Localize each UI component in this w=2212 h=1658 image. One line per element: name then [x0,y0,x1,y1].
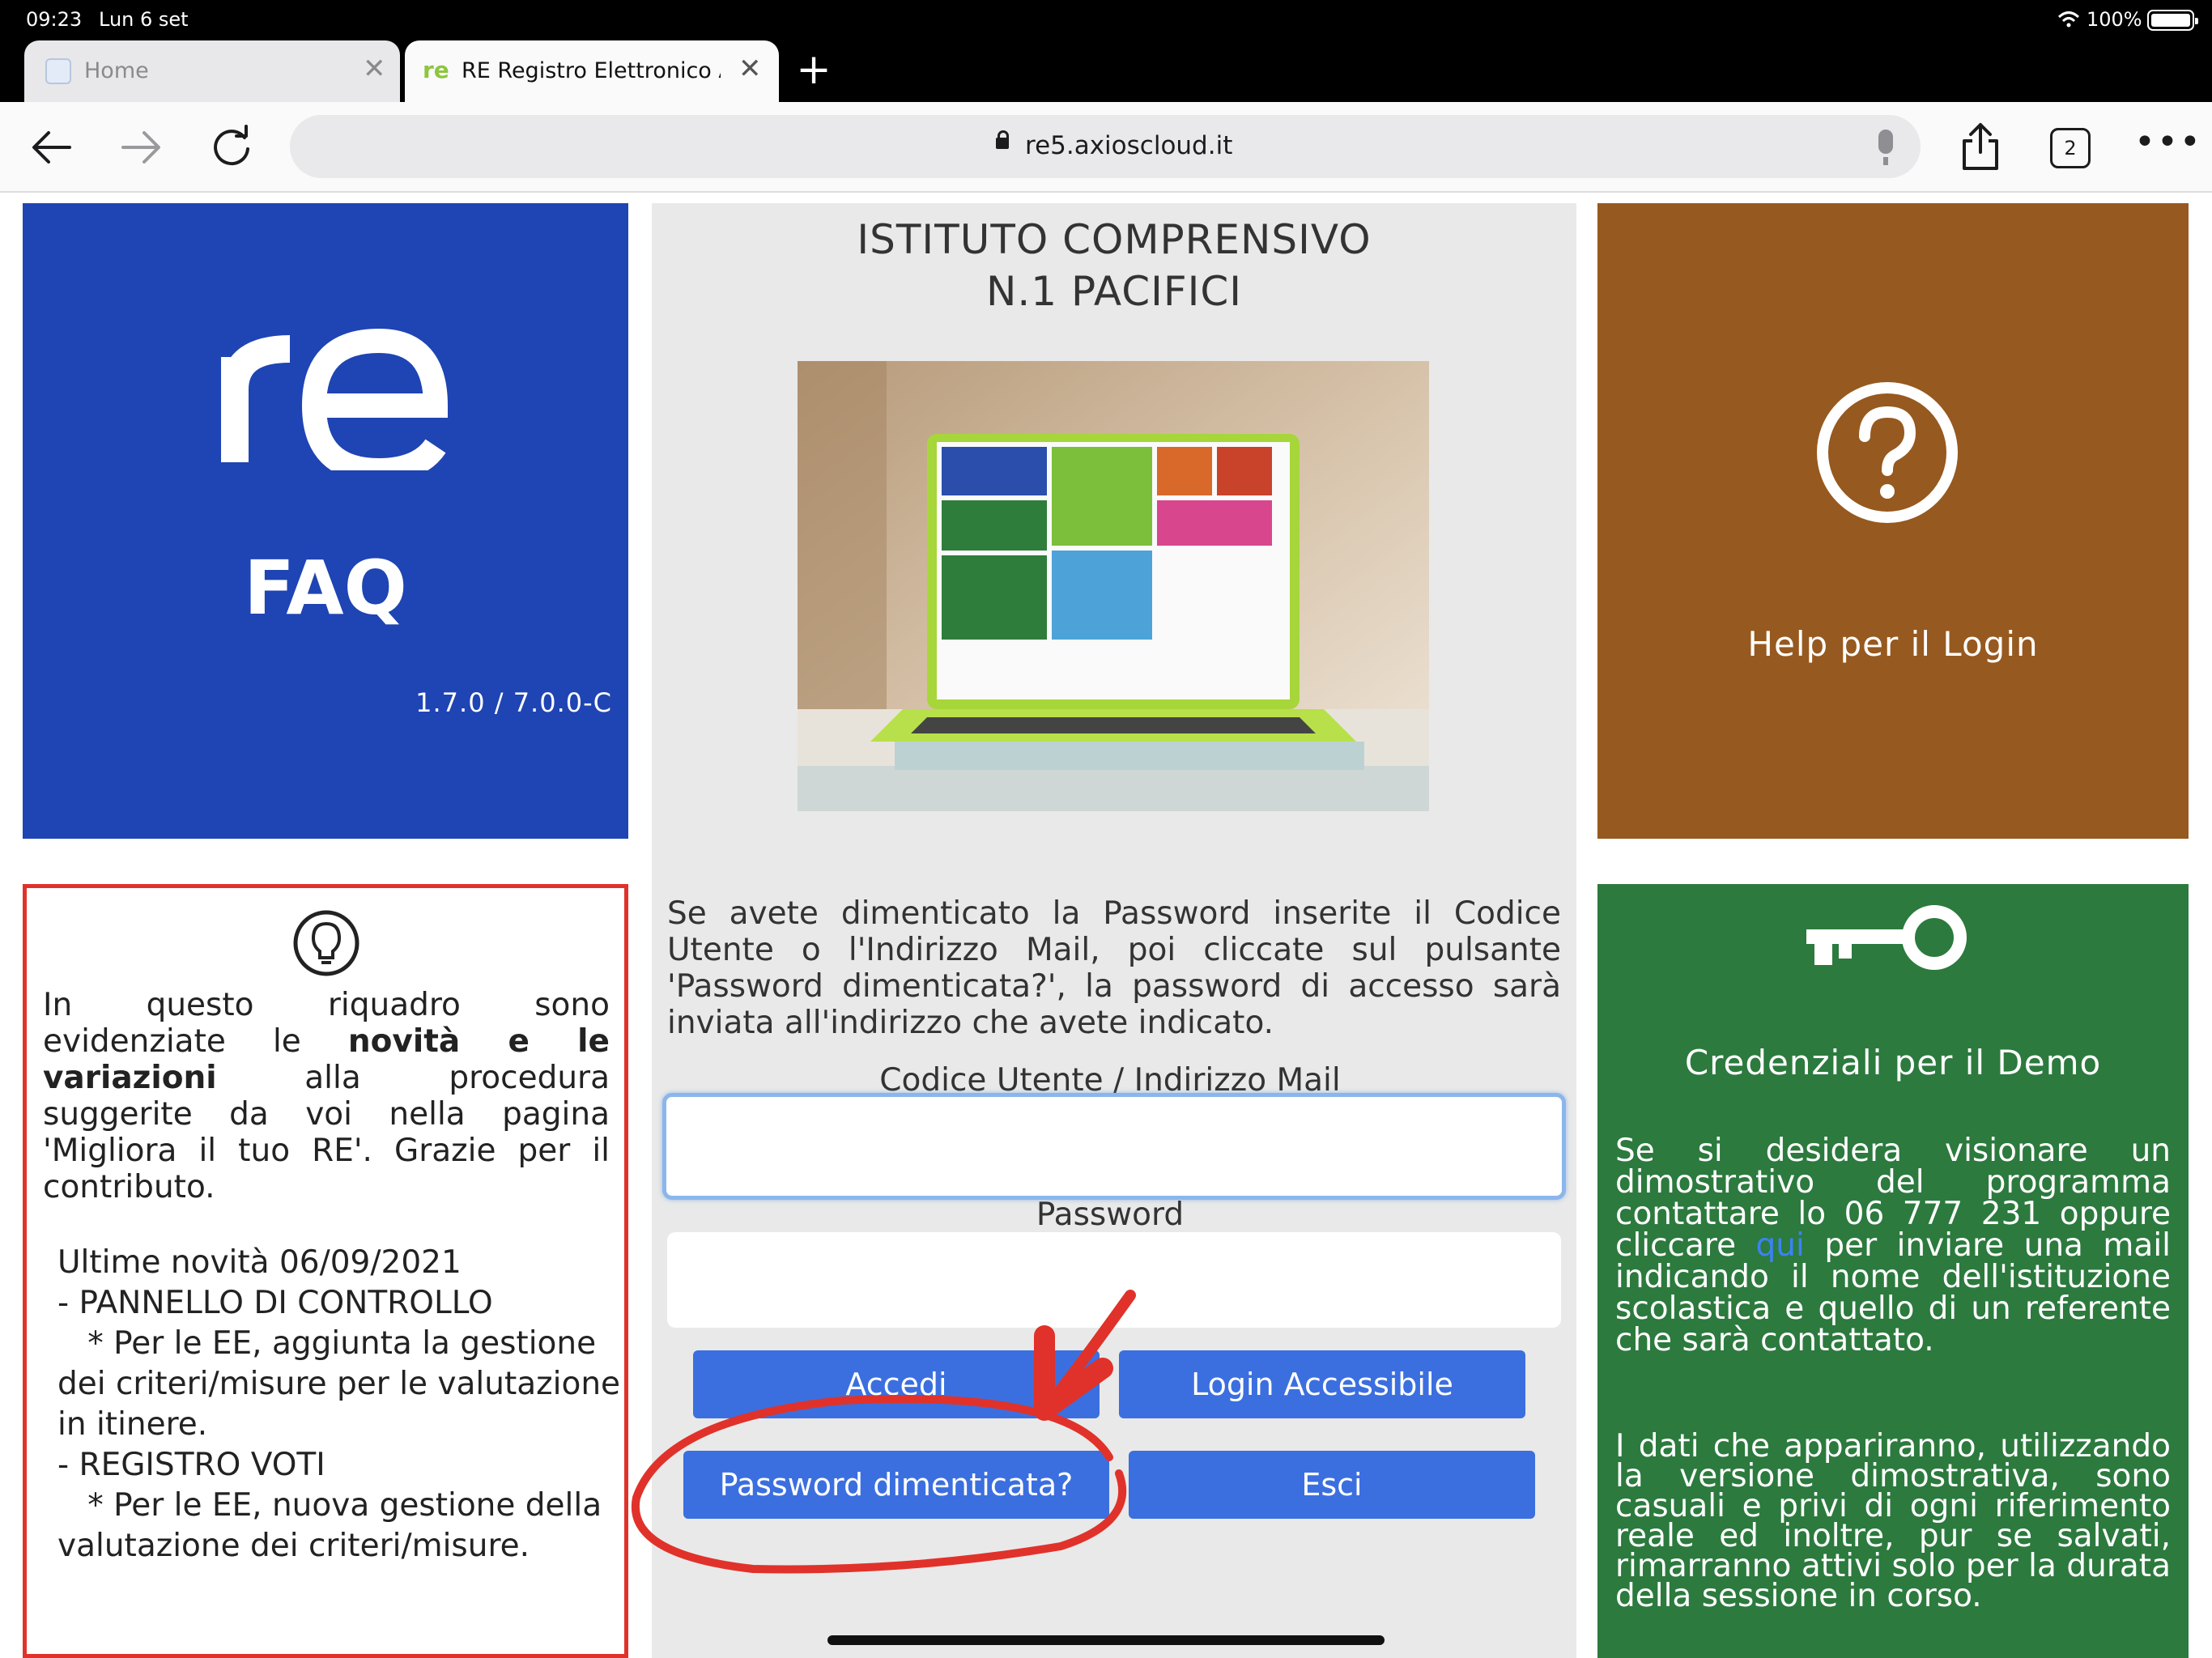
forgot-password-button[interactable]: Password dimenticata? [683,1451,1109,1519]
battery-icon [2147,10,2198,31]
help-login-tile[interactable]: Help per il Login [1597,203,2189,839]
tab-label: RE Registro Elettronico A [462,58,721,83]
lightbulb-icon [293,910,359,976]
help-login-label: Help per il Login [1747,624,2039,664]
news-intro: In questo riquadro sono evidenziate le n… [43,987,610,1205]
re-logo-icon [221,328,449,470]
password-reset-instructions: Se avete dimenticato la Password inserit… [667,895,1561,1041]
back-arrow-icon[interactable] [24,120,79,175]
password-field-label: Password [1036,1197,1185,1233]
home-indicator [827,1635,1385,1645]
re-favicon-icon: re [423,57,449,83]
question-icon [1817,382,1958,523]
lock-icon [996,130,1009,149]
status-date: Lun 6 set [99,8,189,31]
address-bar[interactable]: re5.axioscloud.it [290,115,1921,178]
school-name-line-1: ISTITUTO COMPRENSIVO [857,216,1372,263]
login-button[interactable]: Accedi [693,1350,1100,1418]
reload-icon[interactable] [204,120,259,175]
status-time: 09:23 [26,8,83,31]
faq-tile[interactable]: FAQ 1.7.0 / 7.0.0-C [23,203,628,839]
close-icon[interactable]: ✕ [363,55,386,83]
plus-icon[interactable]: + [793,45,834,94]
mic-icon[interactable] [1878,130,1893,165]
accessible-login-button[interactable]: Login Accessibile [1119,1350,1525,1418]
exit-button[interactable]: Esci [1129,1451,1535,1519]
close-icon[interactable]: ✕ [738,55,762,83]
school-title: ISTITUTO COMPRENSIVO N.1 PACIFICI [652,214,1576,317]
laptop-image [798,361,1429,811]
user-code-input[interactable] [662,1093,1566,1200]
tab-label: Home [84,58,149,83]
tab-home[interactable]: Home ✕ [24,40,400,102]
forward-arrow-icon[interactable] [113,120,168,175]
home-favicon-icon [45,58,71,84]
more-icon[interactable]: ••• [2134,125,2201,168]
url-text: re5.axioscloud.it [1025,131,1233,160]
key-icon [1806,905,1967,970]
news-updates: Ultime novità 06/09/2021 - PANNELLO DI C… [57,1244,621,1564]
password-input[interactable] [667,1232,1561,1328]
faq-label: FAQ [244,545,407,631]
tabs-count-button[interactable]: 2 [2050,128,2091,168]
tab-registro-elettronico[interactable]: re RE Registro Elettronico A ✕ [405,40,779,102]
demo-disclaimer-text: I dati che appariranno, utilizzando la v… [1615,1428,2171,1614]
school-name-line-2: N.1 PACIFICI [985,268,1243,315]
demo-contact-text: Se si desidera visionare un dimostrativo… [1615,1135,2171,1356]
wifi-icon [2057,11,2080,28]
share-icon[interactable] [1958,121,2003,172]
news-box: In questo riquadro sono evidenziate le n… [23,884,628,1658]
demo-title: Credenziali per il Demo [1684,1043,2102,1082]
demo-credentials-tile: Credenziali per il Demo Se si desidera v… [1597,884,2189,1658]
status-bar [0,0,2212,39]
version-label: 1.7.0 / 7.0.0-C [415,687,612,718]
battery-percent: 100% [2087,8,2142,31]
